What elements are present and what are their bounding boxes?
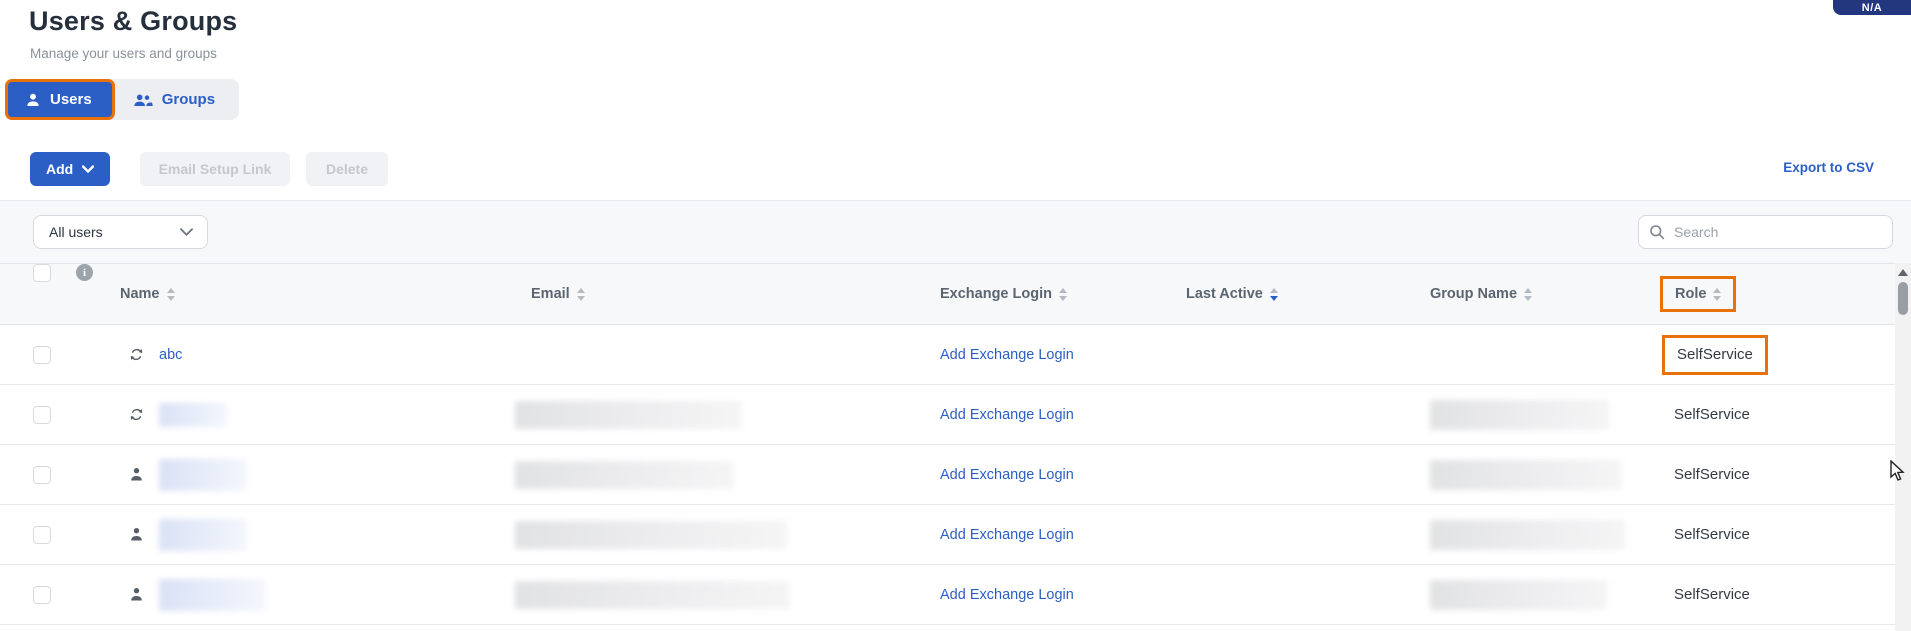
- scroll-up-arrow-icon[interactable]: [1898, 269, 1908, 276]
- add-exchange-login-link[interactable]: Add Exchange Login: [940, 467, 1074, 483]
- delete-button[interactable]: Delete: [306, 152, 388, 186]
- users-filter-value: All users: [49, 224, 103, 240]
- table-row: Add Exchange Login SelfService: [0, 505, 1895, 565]
- redacted-group-name: [1430, 400, 1609, 430]
- sync-icon: [128, 346, 145, 363]
- users-filter-select[interactable]: All users: [33, 215, 208, 249]
- redacted-email: [515, 401, 742, 429]
- table-row: abc Add Exchange Login SelfService: [0, 325, 1895, 385]
- add-exchange-login-link[interactable]: Add Exchange Login: [940, 587, 1074, 603]
- sort-icon: [1524, 288, 1532, 301]
- tab-bar: Users Groups: [8, 79, 239, 120]
- redacted-name: [159, 459, 247, 491]
- search-input[interactable]: [1674, 224, 1882, 240]
- filter-band: All users: [0, 200, 1911, 263]
- sort-icon: [1059, 288, 1067, 301]
- user-icon: [25, 92, 41, 108]
- redacted-group-name: [1430, 460, 1622, 490]
- row-checkbox[interactable]: [33, 406, 51, 424]
- column-header-exchange-login[interactable]: Exchange Login: [930, 264, 1176, 324]
- table-row: Add Exchange Login SelfService: [0, 445, 1895, 505]
- column-header-group-name[interactable]: Group Name: [1420, 264, 1660, 324]
- tab-groups[interactable]: Groups: [115, 79, 239, 120]
- sort-icon: [577, 288, 585, 301]
- redacted-group-name: [1430, 520, 1625, 550]
- page-subtitle: Manage your users and groups: [30, 46, 217, 61]
- redacted-name: [159, 579, 265, 611]
- row-checkbox[interactable]: [33, 466, 51, 484]
- role-annotation-box: SelfService: [1662, 335, 1768, 375]
- row-checkbox[interactable]: [33, 586, 51, 604]
- table-header: i Name Email Exchange Login Last Active …: [0, 263, 1911, 325]
- chevron-down-icon: [82, 165, 94, 173]
- add-exchange-login-link[interactable]: Add Exchange Login: [940, 347, 1074, 363]
- user-name-link[interactable]: abc: [159, 347, 182, 363]
- add-exchange-login-link[interactable]: Add Exchange Login: [940, 407, 1074, 423]
- redacted-name: [159, 403, 227, 427]
- row-checkbox[interactable]: [33, 526, 51, 544]
- na-badge: N/A: [1833, 0, 1911, 15]
- role-value: SelfService: [1674, 586, 1750, 603]
- column-header-name[interactable]: Name: [120, 264, 515, 324]
- role-value: SelfService: [1674, 406, 1750, 423]
- role-value: SelfService: [1674, 466, 1750, 483]
- tab-users-label: Users: [50, 91, 92, 108]
- scrollbar-thumb[interactable]: [1898, 282, 1908, 315]
- add-button[interactable]: Add: [30, 152, 110, 186]
- info-icon[interactable]: i: [76, 264, 93, 281]
- search-box: [1638, 215, 1893, 249]
- row-checkbox[interactable]: [33, 346, 51, 364]
- export-to-csv-link[interactable]: Export to CSV: [1783, 160, 1874, 175]
- search-icon: [1649, 224, 1665, 240]
- role-value: SelfService: [1677, 346, 1753, 363]
- role-value: SelfService: [1674, 526, 1750, 543]
- tab-groups-label: Groups: [162, 91, 215, 108]
- users-group-icon: [133, 92, 153, 108]
- redacted-email: [515, 461, 734, 489]
- mouse-cursor: [1890, 460, 1909, 482]
- table-body: abcAdd Exchange LoginSelfServiceAdd Exch…: [0, 325, 1895, 625]
- add-exchange-login-link[interactable]: Add Exchange Login: [940, 527, 1074, 543]
- column-header-last-active[interactable]: Last Active: [1176, 264, 1420, 324]
- page-title: Users & Groups: [29, 6, 237, 37]
- sort-icon: [167, 288, 175, 301]
- column-header-role[interactable]: Role: [1660, 264, 1895, 324]
- users-groups-page: N/A Users & Groups Manage your users and…: [0, 0, 1911, 631]
- redacted-name: [159, 519, 247, 551]
- tab-users[interactable]: Users: [5, 79, 115, 120]
- vertical-scrollbar[interactable]: [1895, 263, 1911, 631]
- redacted-email: [515, 521, 787, 549]
- select-all-checkbox[interactable]: [33, 264, 51, 282]
- role-annotation-box: Role: [1660, 276, 1736, 312]
- person-icon: [128, 526, 145, 543]
- email-setup-link-button[interactable]: Email Setup Link: [140, 152, 290, 186]
- redacted-group-name: [1430, 580, 1607, 610]
- sort-icon: [1713, 288, 1721, 301]
- chevron-down-icon: [180, 228, 193, 236]
- column-header-email[interactable]: Email: [515, 264, 930, 324]
- table-row: Add Exchange Login SelfService: [0, 385, 1895, 445]
- add-button-label: Add: [46, 161, 73, 177]
- table-row: Add Exchange Login SelfService: [0, 565, 1895, 625]
- person-icon: [128, 466, 145, 483]
- sync-icon: [128, 406, 145, 423]
- person-icon: [128, 586, 145, 603]
- sort-icon: [1270, 288, 1278, 301]
- redacted-email: [515, 581, 790, 609]
